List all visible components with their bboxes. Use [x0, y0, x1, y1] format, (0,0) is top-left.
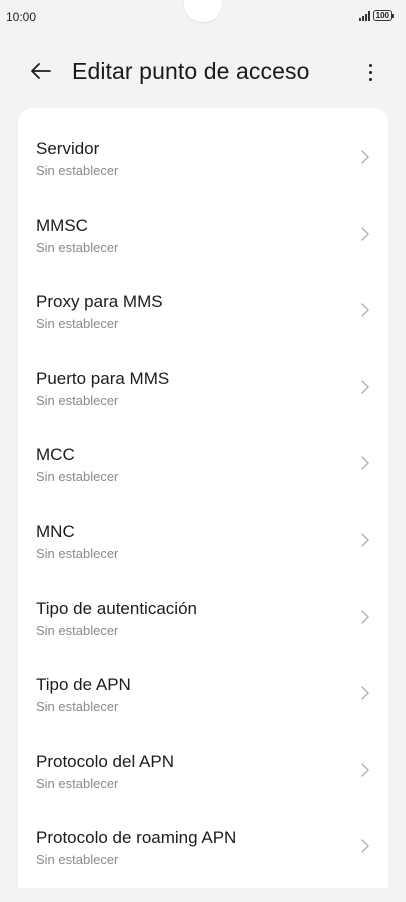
list-item-mnc[interactable]: MNC Sin establecer [18, 491, 388, 568]
app-bar: Editar punto de acceso [0, 50, 406, 94]
bottom-edge [0, 888, 406, 902]
list-item-mms-proxy[interactable]: Proxy para MMS Sin establecer [18, 261, 388, 338]
back-button[interactable] [26, 56, 56, 86]
item-title: Tipo de APN [36, 675, 131, 695]
status-icons: 100 [358, 10, 395, 21]
item-subtitle: Sin establecer [36, 852, 119, 868]
arrow-left-icon [31, 63, 51, 79]
item-subtitle: Sin establecer [36, 239, 119, 255]
chevron-right-icon [361, 380, 369, 394]
item-subtitle: Sin establecer [36, 163, 119, 178]
item-title: Servidor [36, 139, 100, 158]
chevron-right-icon [361, 456, 369, 471]
item-subtitle: Sin establecer [36, 546, 119, 561]
chevron-right-icon [361, 150, 369, 164]
list-item-servidor[interactable]: Servidor Sin establecer [18, 108, 388, 185]
more-vertical-icon [368, 63, 372, 67]
camera-notch [184, 0, 222, 22]
item-subtitle: Sin establecer [36, 469, 119, 485]
chevron-right-icon [361, 686, 369, 700]
item-title: MMSC [36, 215, 88, 235]
chevron-right-icon [361, 533, 369, 547]
status-bar: 10:00 100 [0, 0, 406, 36]
apn-settings-list: Servidor Sin establecer MMSC Sin estable… [18, 108, 388, 902]
status-time: 10:00 [6, 10, 37, 24]
chevron-right-icon [361, 763, 369, 777]
item-subtitle: Sin establecer [36, 622, 119, 638]
item-subtitle: Sin establecer [36, 775, 119, 791]
list-item-apn-type[interactable]: Tipo de APN Sin establecer [18, 644, 388, 721]
chevron-right-icon [361, 303, 369, 317]
list-item-apn-roaming-protocol[interactable]: Protocolo de roaming APN Sin establecer [18, 797, 388, 874]
chevron-right-icon [361, 839, 369, 854]
item-title: Protocolo de roaming APN [36, 828, 237, 848]
item-subtitle: Sin establecer [36, 316, 119, 332]
chevron-right-icon [361, 226, 369, 241]
signal-icon [358, 10, 370, 21]
item-subtitle: Sin establecer [36, 392, 119, 408]
item-title: Puerto para MMS [36, 368, 170, 388]
item-title: Tipo de autenticación [36, 598, 197, 618]
list-item-mcc[interactable]: MCC Sin establecer [18, 414, 388, 491]
list-item-mms-port[interactable]: Puerto para MMS Sin establecer [18, 338, 388, 415]
item-title: MCC [36, 445, 75, 465]
item-subtitle: Sin establecer [36, 699, 119, 715]
page-title: Editar punto de acceso [72, 58, 310, 84]
more-options-button[interactable] [362, 58, 378, 86]
item-title: Protocolo del APN [36, 751, 174, 771]
battery-icon: 100 [372, 10, 395, 21]
phone-screen: 10:00 100 Editar punto de acceso Servido… [0, 0, 406, 902]
chevron-right-icon [361, 609, 369, 624]
item-title: Proxy para MMS [36, 292, 163, 312]
list-item-mmsc[interactable]: MMSC Sin establecer [18, 185, 388, 262]
list-item-auth-type[interactable]: Tipo de autenticación Sin establecer [18, 568, 388, 645]
list-item-apn-protocol[interactable]: Protocolo del APN Sin establecer [18, 721, 388, 798]
item-title: MNC [36, 522, 75, 541]
